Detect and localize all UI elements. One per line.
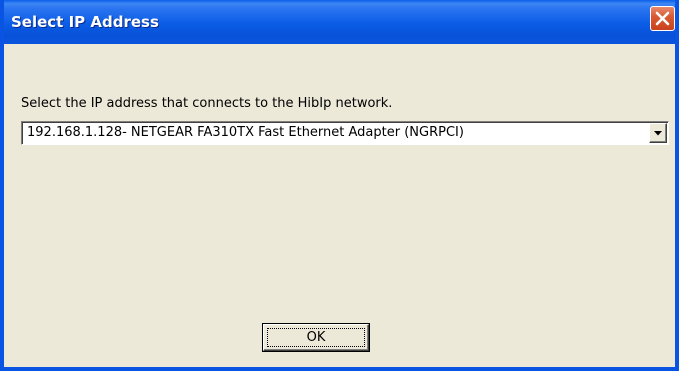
close-button[interactable] bbox=[650, 6, 675, 31]
prompt-label: Select the IP address that connects to t… bbox=[21, 96, 393, 111]
dialog-body: Select the IP address that connects to t… bbox=[4, 44, 675, 367]
close-x-icon bbox=[655, 11, 670, 26]
ok-button[interactable]: OK bbox=[262, 323, 370, 352]
window-title: Select IP Address bbox=[11, 13, 159, 31]
ip-address-selected-value: 192.168.1.128- NETGEAR FA310TX Fast Ethe… bbox=[27, 125, 464, 140]
title-bar[interactable]: Select IP Address bbox=[4, 0, 675, 44]
ip-address-select[interactable]: 192.168.1.128- NETGEAR FA310TX Fast Ethe… bbox=[21, 121, 669, 145]
select-ip-dialog: Select IP Address Select the IP address … bbox=[0, 0, 679, 371]
chevron-down-icon bbox=[654, 131, 662, 136]
ok-button-label: OK bbox=[306, 330, 326, 345]
dropdown-arrow-button[interactable] bbox=[649, 123, 667, 143]
